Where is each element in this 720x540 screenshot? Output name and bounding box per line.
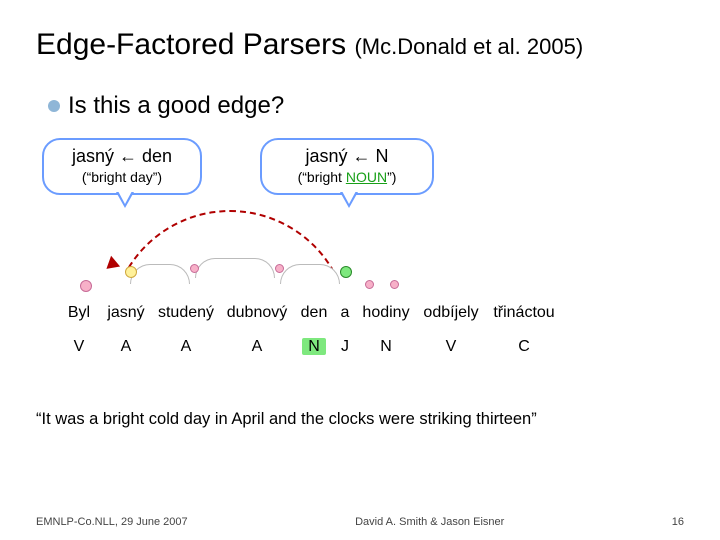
node-jasny <box>125 266 137 278</box>
footer-authors: David A. Smith & Jason Eisner <box>355 516 504 528</box>
bubble-right-main: jasný ← N <box>272 146 422 167</box>
pos-tag: N <box>356 338 416 356</box>
dependency-arc-diagram <box>50 208 410 298</box>
bubble-right-pointer-fill <box>342 191 356 204</box>
pos-tag: J <box>334 338 356 356</box>
word: jasný <box>100 304 152 322</box>
title-main: Edge-Factored Parsers <box>36 28 354 61</box>
node-byl <box>80 280 92 292</box>
pos-tag: A <box>152 338 220 356</box>
word: Byl <box>58 304 100 322</box>
node-dubnovy <box>275 264 284 273</box>
bubble-jasny-N: jasný ← N (“bright NOUN”) <box>260 138 434 195</box>
grey-arc <box>280 264 340 284</box>
slide-footer: EMNLP-Co.NLL, 29 June 2007 David A. Smit… <box>0 516 720 528</box>
bubble-right-sub-prefix: (“bright <box>298 169 346 185</box>
tags-row: V A A A N J N V C <box>58 338 670 356</box>
words-row: Byl jasný studený dubnový den a hodiny o… <box>58 304 670 322</box>
word: dubnový <box>220 304 294 322</box>
node-hodiny <box>390 280 399 289</box>
pos-tag: V <box>416 338 486 356</box>
bullet-icon <box>48 100 60 112</box>
pos-tag: N <box>294 338 334 356</box>
bubble-left-sub: (“bright day”) <box>54 169 190 185</box>
pos-tag: C <box>486 338 562 356</box>
pos-tag-highlight: N <box>302 338 326 355</box>
bubble-left-pointer-fill <box>118 191 132 204</box>
translation-line: “It was a bright cold day in April and t… <box>36 410 537 429</box>
title-citation: (Mc.Donald et al. 2005) <box>354 34 583 59</box>
word: den <box>294 304 334 322</box>
pos-tag: V <box>58 338 100 356</box>
word: odbíjely <box>416 304 486 322</box>
word: a <box>334 304 356 322</box>
bubble-right-sub: (“bright NOUN”) <box>272 169 422 185</box>
node-a <box>365 280 374 289</box>
node-den <box>340 266 352 278</box>
slide-title: Edge-Factored Parsers (Mc.Donald et al. … <box>36 28 583 62</box>
footer-page-number: 16 <box>672 516 684 528</box>
pos-tag: A <box>220 338 294 356</box>
pos-tag: A <box>100 338 152 356</box>
word: hodiny <box>356 304 416 322</box>
footer-venue: EMNLP-Co.NLL, 29 June 2007 <box>36 516 188 528</box>
word: studený <box>152 304 220 322</box>
node-studeny <box>190 264 199 273</box>
bubble-jasny-den: jasný ← den (“bright day”) <box>42 138 202 195</box>
red-arrowhead-icon <box>102 256 120 274</box>
grey-arc <box>195 258 275 278</box>
bullet-text: Is this a good edge? <box>68 92 284 120</box>
grey-arc <box>130 264 190 284</box>
bubble-right-sub-noun: NOUN <box>346 169 387 185</box>
word: třináctou <box>486 304 562 322</box>
bubble-left-main: jasný ← den <box>54 146 190 167</box>
bullet-row: Is this a good edge? <box>48 92 284 120</box>
bubble-right-sub-suffix: ”) <box>387 169 396 185</box>
